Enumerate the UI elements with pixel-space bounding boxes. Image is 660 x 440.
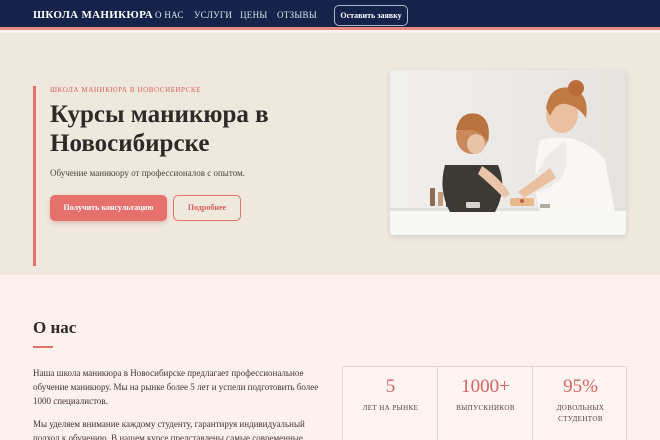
about-title-underline [33,346,53,348]
stat-label: ВЫПУСКНИКОВ [456,404,515,412]
stat-value: 5 [385,376,396,397]
hero-photo [390,70,626,235]
top-navbar: ШКОЛА МАНИКЮРА О НАС УСЛУГИ ЦЕНЫ ОТЗЫВЫ … [0,0,660,30]
nav-link-prices[interactable]: ЦЕНЫ [240,10,268,20]
manicure-lesson-image [390,70,626,235]
hero-eyebrow: ШКОЛА МАНИКЮРА В НОВОСИБИРСКЕ [50,86,202,94]
stat-label: ЛЕТ НА РЫНКЕ [362,404,419,412]
site-logo[interactable]: ШКОЛА МАНИКЮРА [33,9,153,21]
nav-link-about[interactable]: О НАС [155,10,184,20]
hero-subtitle: Обучение маникюру от профессионалов с оп… [50,168,245,178]
stat-satisfied: 95% ДОВОЛЬНЫХ СТУДЕНТОВ [533,367,628,440]
hero-title: Курсы маникюра в Новосибирске [50,101,269,157]
nav-link-services[interactable]: УСЛУГИ [194,10,232,20]
stat-value: 1000+ [461,376,510,397]
stat-label: ДОВОЛЬНЫХ СТУДЕНТОВ [556,404,605,423]
about-title: О нас [33,318,77,337]
about-paragraph-1: Наша школа маникюра в Новосибирске предл… [33,368,319,406]
stat-value: 95% [563,376,598,397]
nav-link-reviews[interactable]: ОТЗЫВЫ [277,10,317,20]
get-consultation-button[interactable]: Получить консультацию [50,195,167,221]
more-info-button[interactable]: Подробнее [173,195,241,221]
stat-years: 5 ЛЕТ НА РЫНКЕ [343,367,438,440]
stats-panel: 5 ЛЕТ НА РЫНКЕ 1000+ ВЫПУСКНИКОВ 95% ДОВ… [342,366,627,440]
leave-request-button[interactable]: Оставить заявку [334,5,408,26]
stat-graduates: 1000+ ВЫПУСКНИКОВ [438,367,533,440]
hero-accent-bar [33,86,36,266]
about-paragraph-2: Мы уделяем внимание каждому студенту, га… [33,419,305,440]
hero-section: ШКОЛА МАНИКЮРА В НОВОСИБИРСКЕ Курсы мани… [0,33,660,275]
